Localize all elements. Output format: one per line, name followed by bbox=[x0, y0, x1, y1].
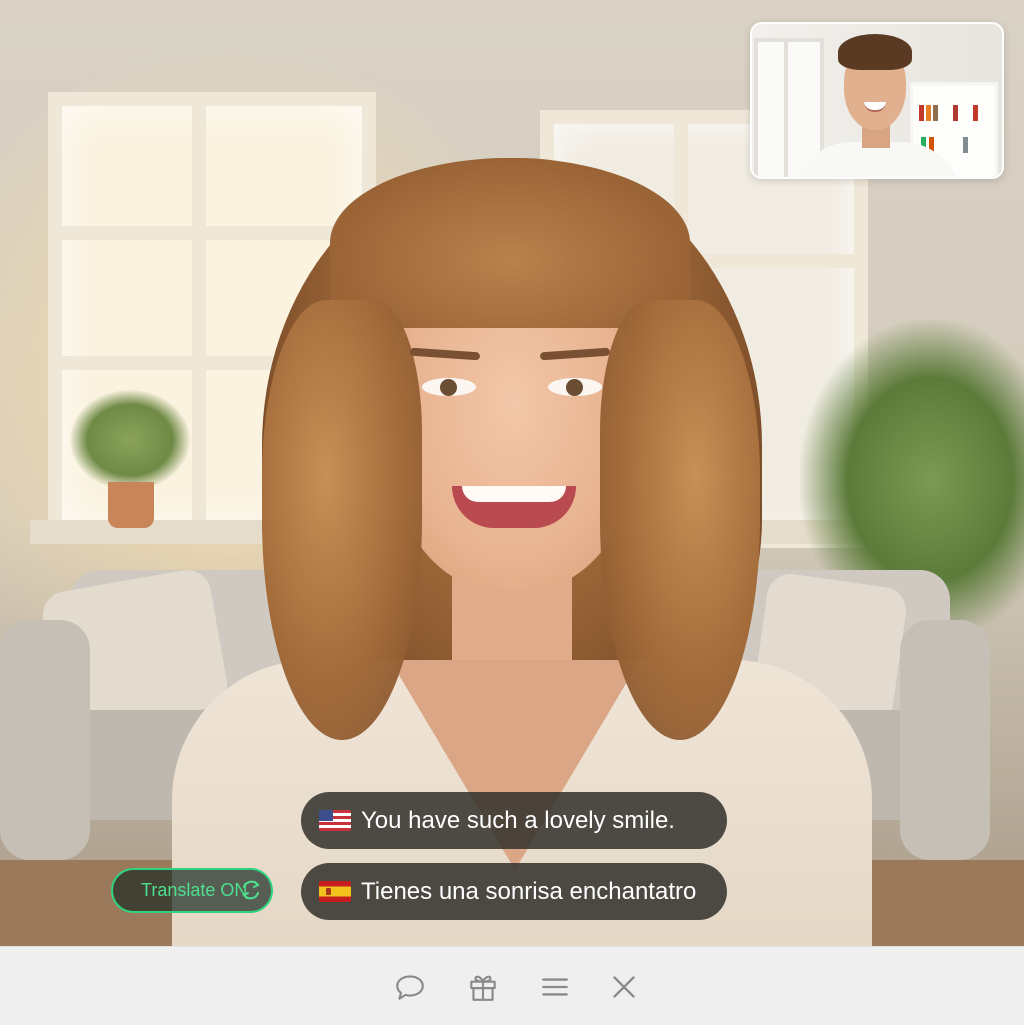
pip-person-hair bbox=[838, 34, 912, 70]
close-icon bbox=[613, 976, 635, 998]
translate-swap-icon bbox=[242, 880, 260, 900]
translate-toggle-button[interactable]: Translate ON bbox=[111, 868, 273, 913]
person-hair-right bbox=[600, 300, 760, 740]
end-call-button[interactable] bbox=[604, 967, 644, 1007]
gift-icon bbox=[470, 975, 496, 1001]
caption-translated: Tienes una sonrisa enchantatro bbox=[301, 863, 727, 920]
spain-flag-icon bbox=[319, 881, 351, 902]
eye-right bbox=[548, 378, 602, 396]
translate-toggle-label: Translate ON bbox=[141, 880, 248, 900]
caption-original-text: You have such a lovely smile. bbox=[361, 806, 675, 834]
plant-left bbox=[70, 390, 190, 490]
eye-left bbox=[422, 378, 476, 396]
gift-button[interactable] bbox=[463, 967, 503, 1007]
caption-original: You have such a lovely smile. bbox=[301, 792, 727, 849]
person-hair-left bbox=[262, 300, 422, 740]
menu-icon bbox=[542, 978, 568, 996]
plant-pot bbox=[108, 482, 154, 528]
caption-translated-text: Tienes una sonrisa enchantatro bbox=[361, 877, 697, 905]
chat-button[interactable] bbox=[390, 967, 430, 1007]
bottom-toolbar bbox=[0, 946, 1024, 1025]
menu-button[interactable] bbox=[535, 967, 575, 1007]
chat-bubble-icon bbox=[396, 975, 424, 1000]
self-view-video[interactable] bbox=[750, 22, 1004, 179]
us-flag-icon bbox=[319, 810, 351, 831]
